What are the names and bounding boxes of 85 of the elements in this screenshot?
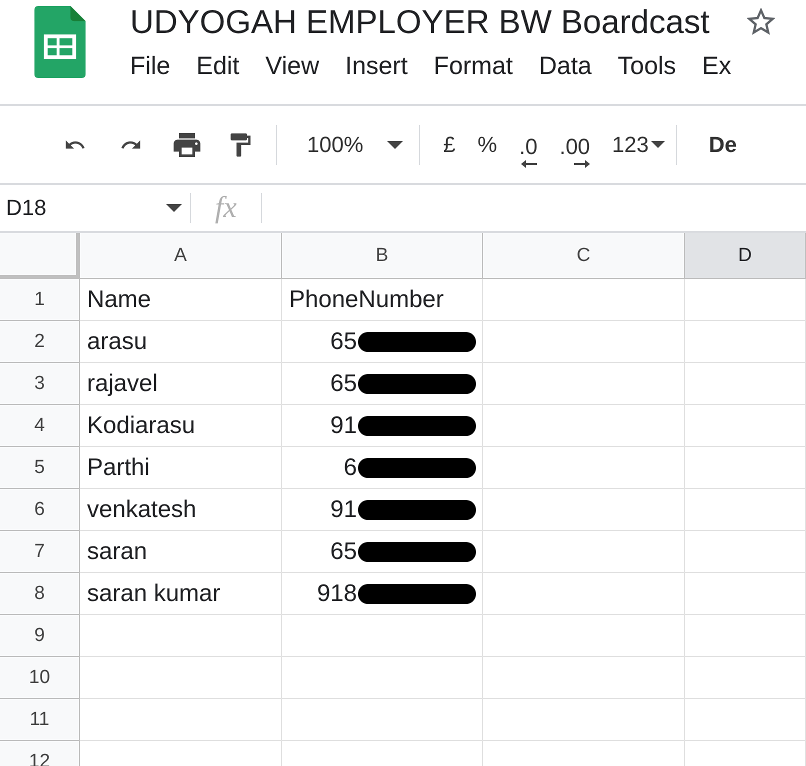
table-cell[interactable] (483, 321, 685, 363)
format-button[interactable]: % (478, 132, 498, 158)
caret-icon (166, 204, 182, 212)
cell-reference-box[interactable]: D18 (0, 195, 190, 221)
table-cell[interactable] (483, 531, 685, 573)
column-header[interactable]: B (282, 233, 483, 279)
row-header[interactable]: 7 (0, 531, 80, 573)
table-cell[interactable] (685, 321, 806, 363)
menu-item[interactable]: Format (434, 52, 513, 81)
table-cell[interactable] (685, 573, 806, 615)
table-cell[interactable]: venkatesh (80, 489, 282, 531)
row-header[interactable]: 10 (0, 657, 80, 699)
font-dropdown[interactable]: De (708, 132, 737, 158)
table-cell[interactable]: 65 (282, 531, 483, 573)
menu-item[interactable]: Data (538, 52, 592, 81)
table-cell[interactable]: arasu (80, 321, 282, 363)
row-header[interactable]: 9 (0, 615, 80, 657)
format-button[interactable]: £ (443, 132, 456, 158)
table-cell[interactable] (483, 279, 685, 321)
row-header[interactable]: 4 (0, 405, 80, 447)
left-arrow-icon (521, 160, 538, 168)
table-cell[interactable]: 65 (282, 321, 483, 363)
decimal-button[interactable]: .0 (519, 134, 538, 168)
table-cell[interactable]: 6 (282, 447, 483, 489)
caret-icon (650, 141, 665, 148)
column-header[interactable]: D (685, 233, 806, 279)
table-cell[interactable]: 91 (282, 405, 483, 447)
row-header[interactable]: 2 (0, 321, 80, 363)
column-header[interactable]: A (80, 233, 282, 279)
row-header[interactable]: 3 (0, 363, 80, 405)
table-cell[interactable] (685, 531, 806, 573)
table-cell[interactable] (685, 699, 806, 741)
star-icon[interactable] (747, 8, 776, 36)
row-header[interactable]: 5 (0, 447, 80, 489)
table-cell[interactable] (483, 657, 685, 699)
table-cell[interactable] (483, 615, 685, 657)
table-cell[interactable]: 65 (282, 363, 483, 405)
spreadsheet-logo-icon[interactable] (34, 6, 86, 78)
menu-item[interactable]: Ex (702, 52, 732, 81)
table-cell[interactable] (483, 489, 685, 531)
table-cell[interactable] (685, 615, 806, 657)
table-cell[interactable]: Name (80, 279, 282, 321)
table-cell[interactable] (483, 447, 685, 489)
row-header[interactable]: 1 (0, 279, 80, 321)
number-format-dropdown[interactable]: 123 (612, 132, 665, 158)
row-header[interactable]: 6 (0, 489, 80, 531)
table-cell[interactable] (80, 615, 282, 657)
table-cell[interactable] (80, 699, 282, 741)
table-cell[interactable] (483, 699, 685, 741)
table-cell[interactable]: PhoneNumber (282, 279, 483, 321)
table-cell[interactable] (483, 405, 685, 447)
table-cell[interactable]: Kodiarasu (80, 405, 282, 447)
table-cell[interactable]: 918 (282, 573, 483, 615)
table-cell[interactable] (685, 447, 806, 489)
table-cell[interactable]: saran kumar (80, 573, 282, 615)
row-header[interactable]: 8 (0, 573, 80, 615)
table-cell[interactable] (483, 363, 685, 405)
table-cell[interactable]: 91 (282, 489, 483, 531)
table-cell[interactable]: rajavel (80, 363, 282, 405)
document-title[interactable]: UDYOGAH EMPLOYER BW Boardcast (130, 3, 710, 41)
decimal-button[interactable]: .00 (559, 134, 590, 168)
select-all-corner[interactable] (0, 233, 80, 279)
table-cell[interactable] (80, 657, 282, 699)
right-arrow-icon (574, 160, 590, 168)
table-cell[interactable] (685, 405, 806, 447)
table-cell[interactable]: Parthi (80, 447, 282, 489)
function-label: fx (215, 191, 237, 225)
menu-item[interactable]: View (265, 52, 320, 81)
caret-icon (387, 140, 404, 148)
table-cell[interactable] (685, 279, 806, 321)
table-cell[interactable] (483, 573, 685, 615)
menu-item[interactable]: Edit (196, 52, 240, 81)
menu-item[interactable]: Tools (618, 52, 676, 81)
menu-item[interactable]: Insert (345, 52, 408, 81)
table-cell[interactable] (282, 615, 483, 657)
zoom-dropdown[interactable]: 100% (289, 132, 420, 158)
table-cell[interactable] (282, 657, 483, 699)
column-header[interactable]: C (483, 233, 685, 279)
menu-item[interactable]: File (130, 52, 170, 81)
table-cell[interactable]: saran (80, 531, 282, 573)
row-header[interactable]: 11 (0, 699, 80, 741)
table-cell[interactable] (685, 489, 806, 531)
table-cell[interactable] (685, 657, 806, 699)
table-cell[interactable] (685, 363, 806, 405)
table-cell[interactable] (282, 699, 483, 741)
